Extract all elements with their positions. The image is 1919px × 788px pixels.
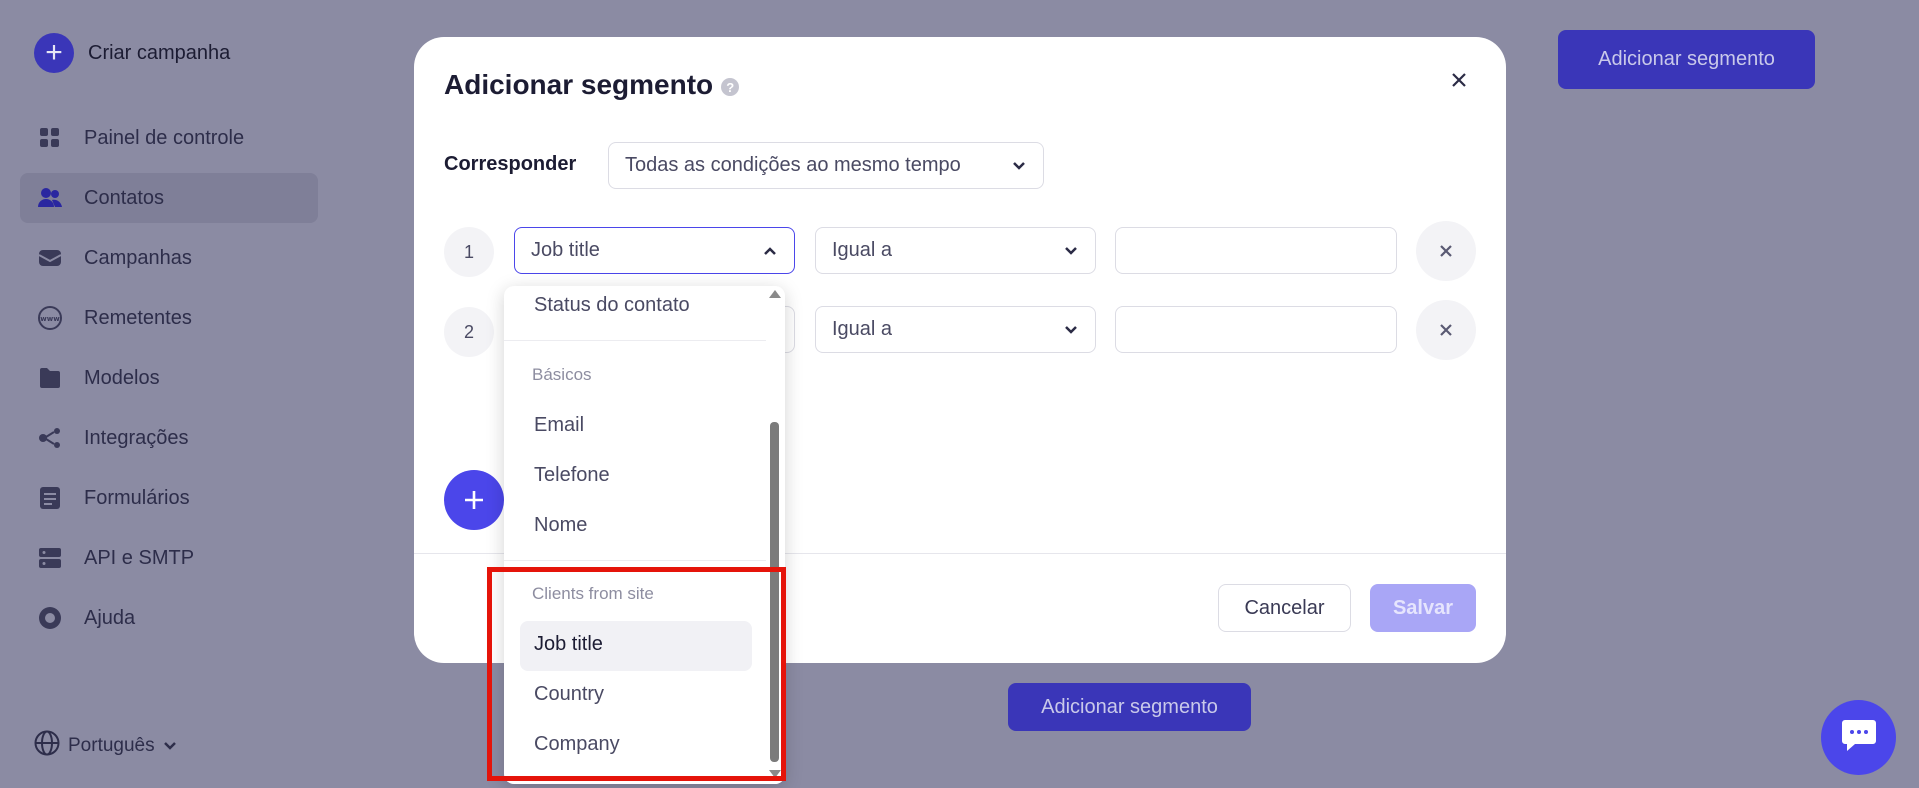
language-label: Português (68, 735, 155, 756)
sidebar-item-integrations[interactable]: Integrações (20, 413, 318, 463)
language-selector[interactable]: Português (34, 730, 177, 762)
match-label: Corresponder (444, 153, 577, 175)
help-icon[interactable]: ? (721, 78, 740, 96)
condition-field-value: Job title (531, 239, 600, 261)
cancel-button[interactable]: Cancelar (1218, 584, 1351, 632)
dashboard-icon (38, 126, 62, 150)
sidebar-item-dashboard[interactable]: Painel de controle (20, 113, 318, 163)
condition-number: 1 (444, 227, 494, 277)
dropdown-option[interactable]: Status do contato (534, 294, 690, 317)
sidebar-item-label: Remetentes (84, 306, 192, 329)
sidebar-item-label: Ajuda (84, 606, 136, 629)
condition-operator-value: Igual a (832, 239, 893, 261)
add-condition-button[interactable] (444, 470, 504, 530)
match-mode-value: Todas as condições ao mesmo tempo (625, 154, 961, 176)
campaigns-icon (38, 246, 62, 270)
condition-value-input[interactable] (1115, 306, 1397, 353)
scroll-up-arrow-icon[interactable] (769, 290, 781, 298)
sidebar-item-label: Painel de controle (84, 126, 245, 149)
forms-icon (38, 486, 62, 510)
condition-field-select[interactable]: Job title (514, 227, 795, 274)
sidebar-item-label: Formulários (84, 486, 190, 509)
sidebar-item-templates[interactable]: Modelos (20, 353, 318, 403)
sidebar-item-label: Integrações (84, 426, 189, 449)
www-icon: www (38, 306, 62, 330)
sidebar-item-senders[interactable]: www Remetentes (20, 293, 318, 343)
condition-number: 2 (444, 307, 494, 357)
chevron-up-icon (762, 243, 778, 259)
sidebar-item-help[interactable]: Ajuda (20, 593, 318, 643)
contacts-icon (38, 186, 62, 210)
add-segment-header-button[interactable]: Adicionar segmento (1558, 30, 1815, 89)
close-icon[interactable] (1444, 65, 1474, 95)
chat-icon (1841, 718, 1877, 757)
dropdown-option[interactable]: Telefone (534, 464, 610, 487)
globe-icon (34, 730, 60, 762)
chat-widget-button[interactable] (1821, 700, 1896, 775)
match-mode-select[interactable]: Todas as condições ao mesmo tempo (608, 142, 1044, 189)
add-segment-empty-button[interactable]: Adicionar segmento (1008, 683, 1251, 731)
sidebar-item-forms[interactable]: Formulários (20, 473, 318, 523)
annotation-highlight-box (487, 567, 786, 781)
sidebar-item-contacts[interactable]: Contatos (20, 173, 318, 223)
sidebar: + Criar campanha Painel de controle Cont… (0, 0, 330, 788)
sidebar-nav: Painel de controle Contatos Campanhas ww… (20, 113, 318, 653)
sidebar-item-api-smtp[interactable]: API e SMTP (20, 533, 318, 583)
modal-title-text: Adicionar segmento (444, 69, 714, 100)
condition-operator-value: Igual a (832, 318, 893, 340)
templates-icon (38, 366, 62, 390)
sidebar-item-label: Campanhas (84, 246, 192, 269)
server-icon (38, 546, 62, 570)
sidebar-item-label: Modelos (84, 366, 160, 389)
condition-operator-select[interactable]: Igual a (815, 306, 1096, 353)
dropdown-option[interactable]: Nome (534, 514, 587, 537)
create-campaign-label: Criar campanha (88, 41, 231, 64)
dropdown-separator (504, 560, 766, 561)
modal-title: Adicionar segmento ? (444, 69, 740, 101)
dropdown-group-label: Básicos (532, 365, 592, 384)
remove-condition-button[interactable] (1416, 221, 1476, 281)
lifebuoy-icon (38, 606, 62, 630)
plus-icon: + (34, 33, 74, 73)
condition-operator-select[interactable]: Igual a (815, 227, 1096, 274)
remove-condition-button[interactable] (1416, 300, 1476, 360)
save-button[interactable]: Salvar (1370, 584, 1476, 632)
chevron-down-icon (1011, 158, 1027, 174)
sidebar-item-label: Contatos (84, 186, 165, 209)
chevron-down-icon (1063, 322, 1079, 338)
sidebar-item-campaigns[interactable]: Campanhas (20, 233, 318, 283)
sidebar-item-label: API e SMTP (84, 546, 195, 569)
condition-value-input[interactable] (1115, 227, 1397, 274)
create-campaign-button[interactable]: + Criar campanha (34, 33, 230, 73)
chevron-down-icon (1063, 243, 1079, 259)
integrations-icon (38, 426, 62, 450)
svg-text:www: www (40, 315, 60, 323)
dropdown-separator (504, 340, 766, 341)
chevron-down-icon (163, 738, 177, 754)
dropdown-option[interactable]: Email (534, 414, 584, 437)
